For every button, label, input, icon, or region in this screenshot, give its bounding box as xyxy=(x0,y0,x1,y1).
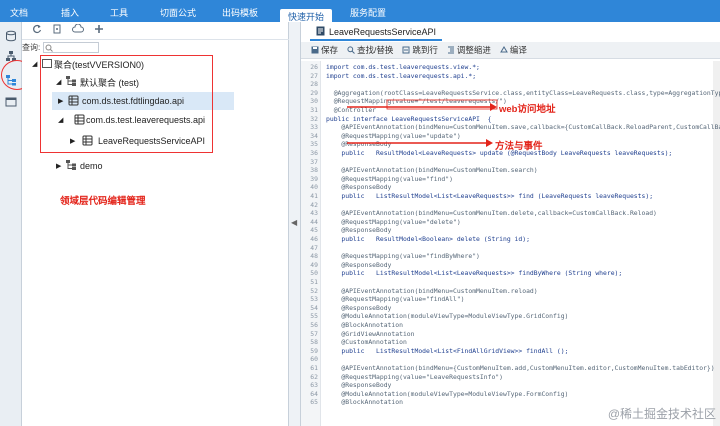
arrow-method-head xyxy=(486,139,493,147)
annotation-web-address: web访问地址 xyxy=(499,104,556,115)
annotation-overlay xyxy=(347,99,498,147)
arrow-web-head xyxy=(490,103,497,111)
annotation-method-event: 方法与事件 xyxy=(495,141,543,152)
watermark: @稀土掘金技术社区 xyxy=(607,407,716,421)
